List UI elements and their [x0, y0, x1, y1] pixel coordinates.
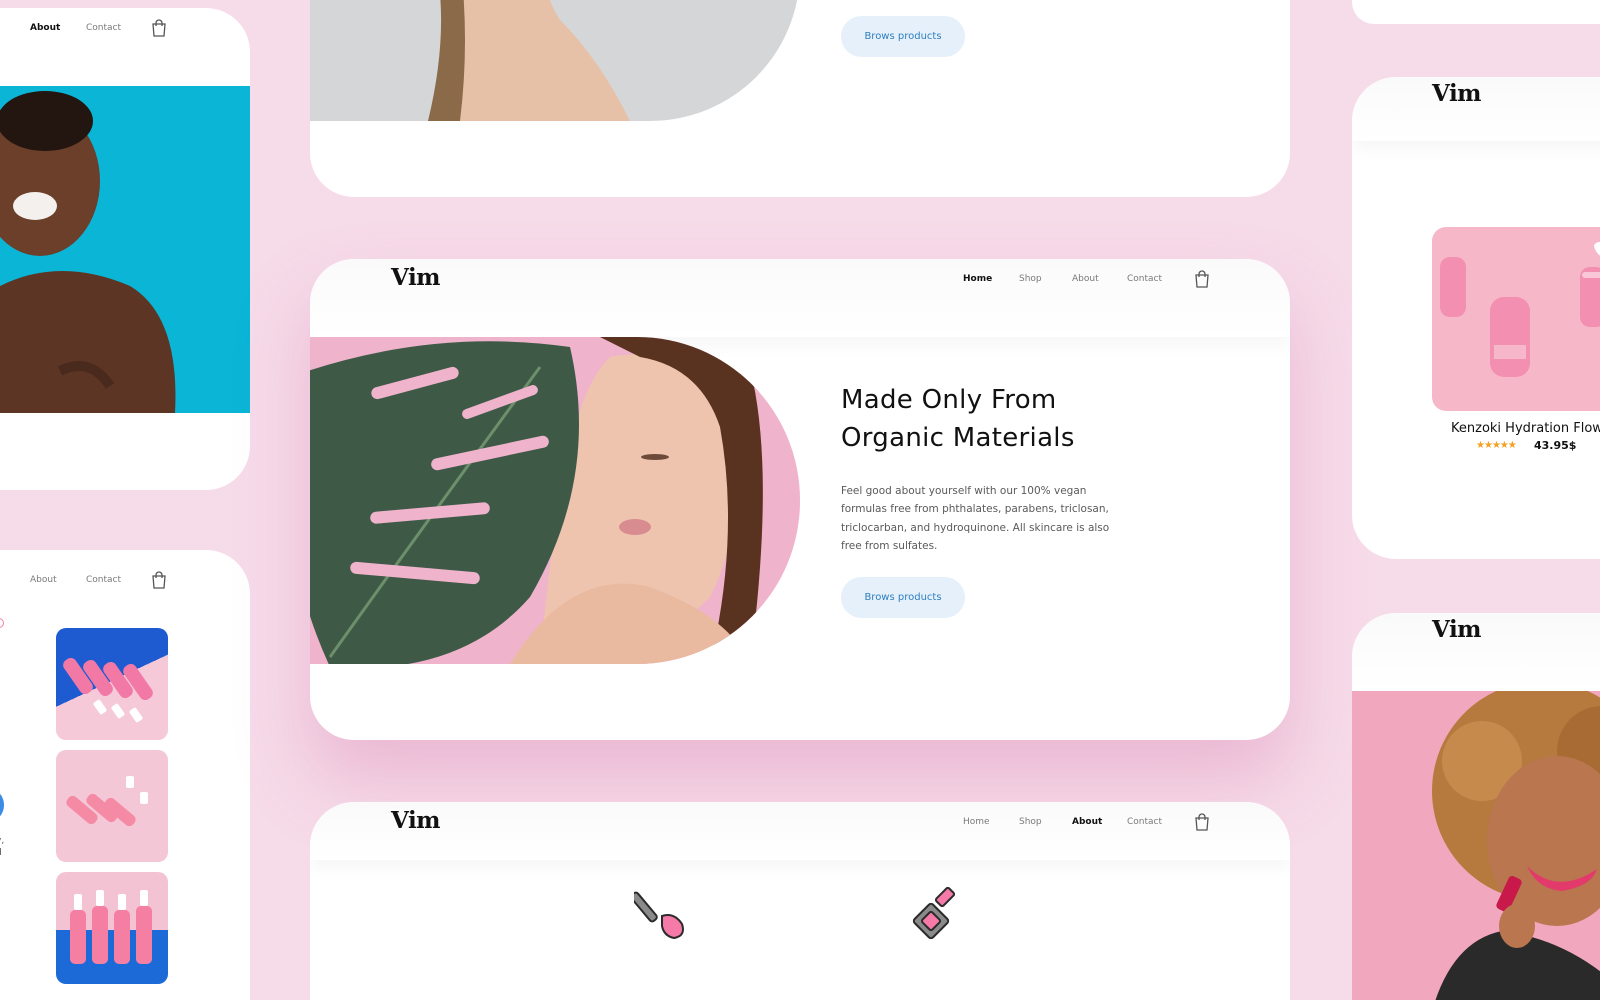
nav-contact-link[interactable]: Contact — [1127, 274, 1162, 284]
vim-logo[interactable]: Vim — [391, 264, 441, 291]
curly-hair-woman-lipstick-photo — [1352, 691, 1600, 1000]
nav-shop-link[interactable]: Shop — [1019, 274, 1042, 284]
product-tile-pink[interactable] — [56, 750, 168, 862]
bag-icon[interactable] — [151, 571, 167, 589]
nav-home-link[interactable]: Home — [963, 274, 992, 284]
star-icon: ★ — [1499, 440, 1509, 451]
vim-logo[interactable]: Vim — [1432, 616, 1482, 643]
top-hero-card: Brows products — [310, 0, 1290, 197]
nav-about-link[interactable]: About — [30, 23, 60, 33]
star-icon: ★ — [1507, 440, 1517, 451]
nav-contact-link[interactable]: Contact — [86, 575, 121, 585]
nav-about-link[interactable]: About — [1072, 274, 1099, 284]
bag-icon[interactable] — [151, 19, 167, 37]
toggle-circle[interactable] — [0, 790, 4, 820]
snippet-text-1: y, — [0, 836, 5, 846]
product-price: 43.95$ — [1534, 439, 1577, 452]
nav-contact-link[interactable]: Contact — [86, 23, 121, 33]
browse-products-button[interactable]: Brows products — [841, 577, 965, 618]
product-tile-split[interactable] — [56, 872, 168, 984]
vim-logo[interactable]: Vim — [1432, 80, 1482, 107]
nav-contact-link[interactable]: Contact — [1127, 817, 1162, 827]
nav-about-link[interactable]: About — [1072, 817, 1102, 827]
star-icon: ★ — [1483, 440, 1493, 451]
site-header: Vim Home Shop About Contact — [310, 802, 1290, 860]
vim-logo[interactable]: Vim — [391, 807, 441, 834]
nail-polish-icon[interactable] — [908, 886, 968, 946]
product-rating-stars: ★★★★★ — [1476, 440, 1517, 451]
product-tile-blue[interactable] — [56, 628, 168, 740]
hero-title-line-2: Organic Materials — [841, 423, 1075, 453]
woman-shoulder-photo — [310, 0, 800, 121]
makeup-brush-icon[interactable] — [634, 886, 694, 946]
left-bottom-card: About Contact y, d — [0, 550, 250, 1000]
right-product-card: Vim Kenzoki Hydration Flow ★★★★★ 43.95$ — [1352, 77, 1600, 559]
browse-products-button[interactable]: Brows products — [841, 16, 965, 57]
right-bottom-card: Vim — [1352, 613, 1600, 1000]
snippet-text-2: d — [0, 848, 2, 858]
hero-title: Made Only From Organic Materials — [841, 381, 1075, 457]
product-name[interactable]: Kenzoki Hydration Flow — [1451, 421, 1600, 436]
smiling-woman-blue-photo — [0, 86, 250, 413]
bag-icon[interactable] — [1194, 813, 1210, 831]
heart-icon[interactable] — [0, 618, 4, 628]
hero-title-line-1: Made Only From — [841, 385, 1057, 415]
heart-icon — [1594, 242, 1600, 256]
star-icon: ★ — [1476, 440, 1485, 451]
star-icon: ★ — [1491, 440, 1501, 451]
product-image[interactable] — [1432, 227, 1600, 411]
main-hero-card: Vim Home Shop About Contact Made Only Fr… — [310, 259, 1290, 740]
site-header: Vim — [1352, 613, 1600, 691]
nav-shop-link[interactable]: Shop — [1019, 817, 1042, 827]
right-top-strip-card — [1352, 0, 1600, 24]
nav-about-link[interactable]: About — [30, 575, 57, 585]
nav-home-link[interactable]: Home — [963, 817, 990, 827]
hero-description: Feel good about yourself with our 100% v… — [841, 485, 1110, 553]
site-header: Vim — [1352, 77, 1600, 141]
bag-icon[interactable] — [1194, 270, 1210, 288]
woman-monstera-leaf-photo — [310, 337, 800, 664]
categories-card: Vim Home Shop About Contact — [310, 802, 1290, 1000]
site-header: Vim Home Shop About Contact — [310, 259, 1290, 337]
left-top-card: About Contact — [0, 8, 250, 490]
